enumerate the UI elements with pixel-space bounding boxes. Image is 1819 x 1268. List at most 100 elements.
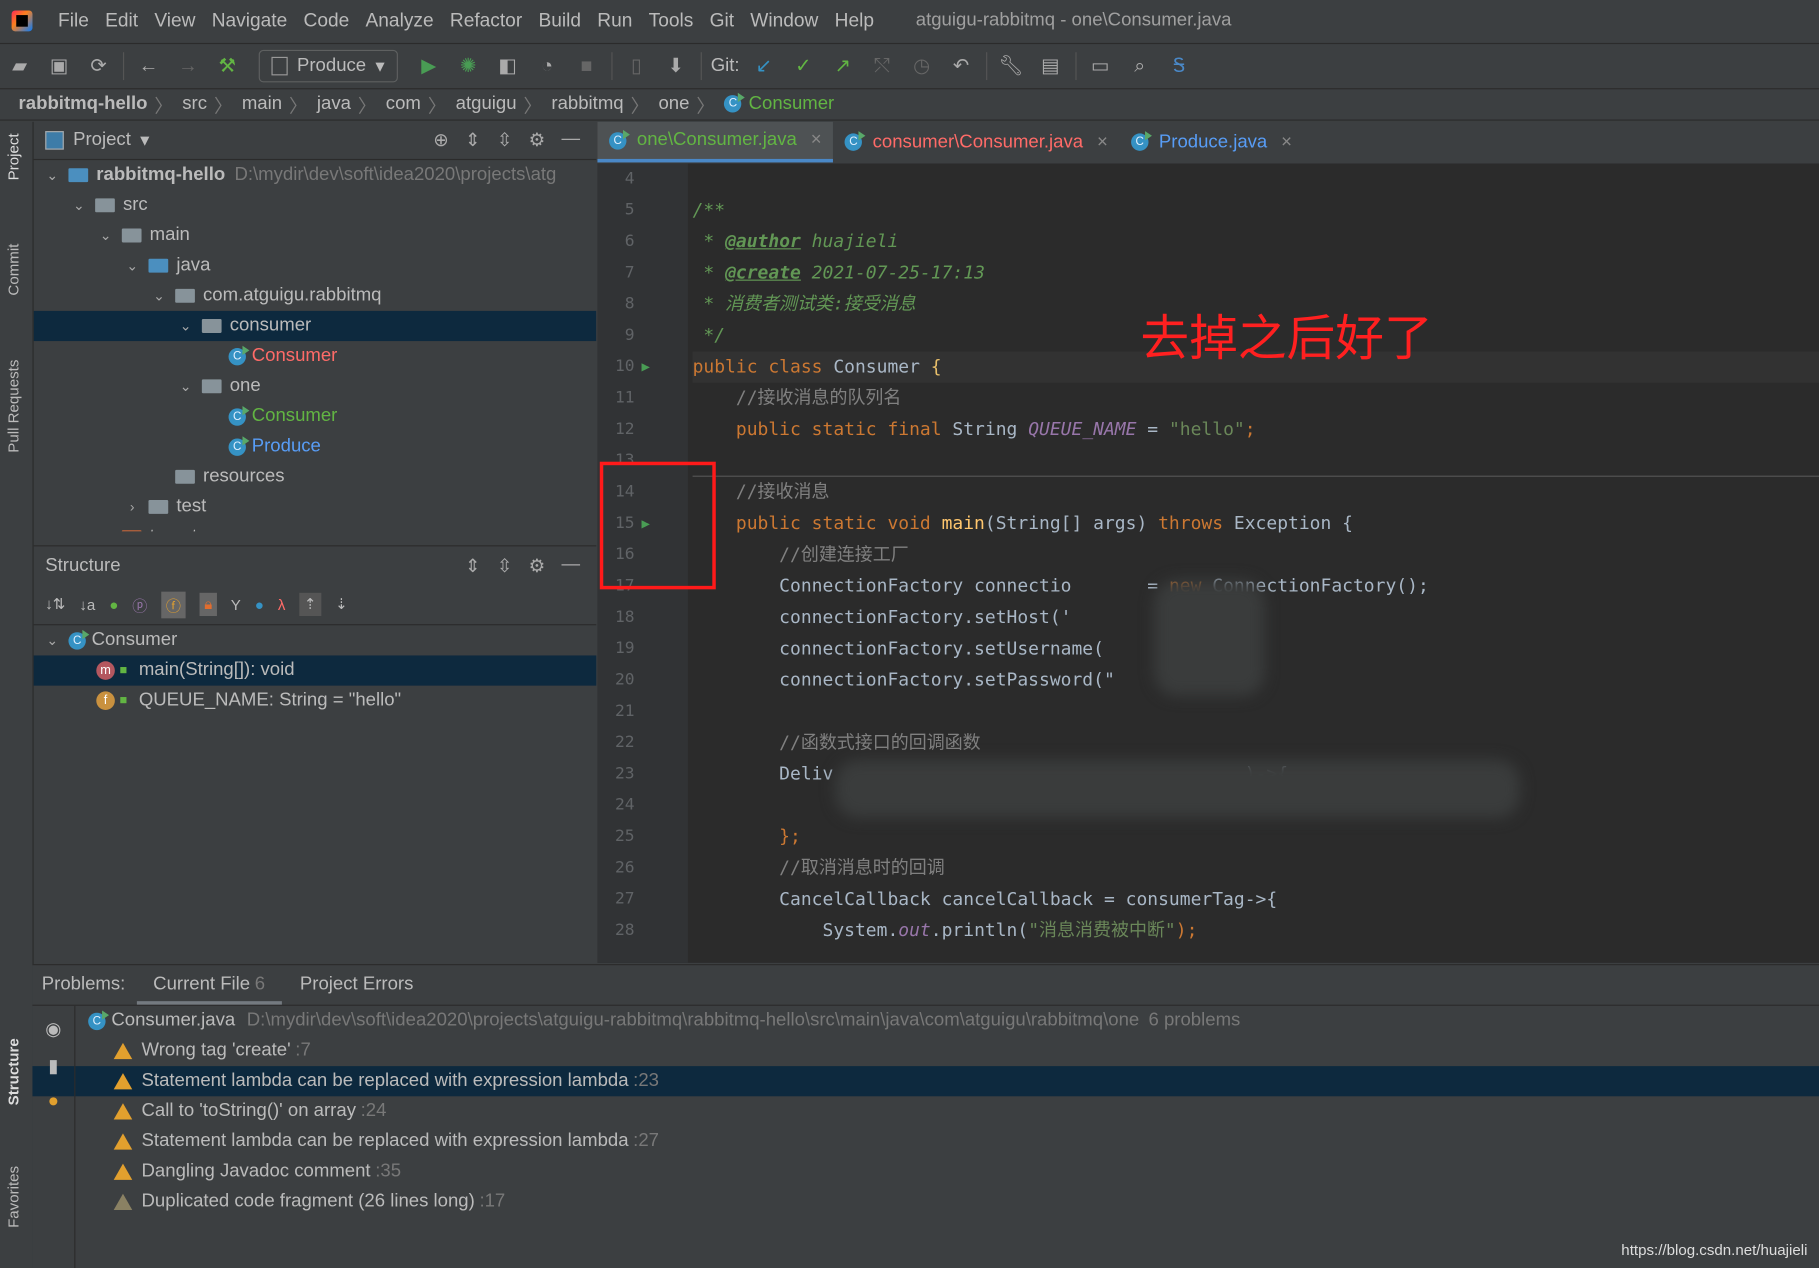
settings-wrench-icon[interactable]: 🔧︎ bbox=[998, 53, 1024, 79]
tree-item[interactable]: › test bbox=[34, 492, 597, 522]
show-anonymous-icon[interactable]: ● bbox=[255, 596, 264, 613]
chevron-right-icon[interactable]: › bbox=[123, 499, 142, 515]
sort-alpha-icon[interactable]: ↓a bbox=[79, 596, 95, 613]
tree-item[interactable]: resources bbox=[34, 462, 597, 492]
tool-tab-pull-requests[interactable]: Pull Requests bbox=[5, 360, 22, 453]
menu-window[interactable]: Window bbox=[750, 10, 818, 32]
show-lambdas-icon[interactable]: Y bbox=[231, 596, 241, 613]
eye-icon[interactable]: ◉ bbox=[45, 1017, 61, 1040]
breadcrumb-item[interactable]: rabbitmq-hello bbox=[19, 93, 148, 114]
forward-icon[interactable]: → bbox=[175, 53, 201, 79]
problem-item[interactable]: Dangling Javadoc comment:35 bbox=[32, 1157, 1819, 1187]
problem-item[interactable]: Wrong tag 'create':7 bbox=[32, 1036, 1819, 1066]
breadcrumb-item[interactable]: rabbitmq bbox=[551, 93, 623, 114]
save-icon[interactable]: ▣ bbox=[46, 53, 72, 79]
problems-tab[interactable]: Current File 6 bbox=[136, 965, 282, 1005]
close-icon[interactable]: × bbox=[1281, 132, 1292, 153]
close-icon[interactable]: × bbox=[1097, 132, 1108, 153]
expand-all-icon[interactable]: ⇕ bbox=[465, 129, 481, 152]
expand-all-icon[interactable]: ⇕ bbox=[465, 554, 481, 577]
terminal-icon[interactable]: ▭ bbox=[1088, 53, 1114, 79]
tree-item[interactable]: ⌄ main bbox=[34, 220, 597, 250]
problem-item[interactable]: Statement lambda can be replaced with ex… bbox=[32, 1066, 1819, 1097]
tree-item[interactable]: › target bbox=[34, 522, 597, 532]
show-fields-icon[interactable]: ⓕ bbox=[161, 591, 186, 618]
preview-icon[interactable]: ▮ bbox=[48, 1055, 58, 1078]
coverage-icon[interactable]: ◧ bbox=[495, 53, 521, 79]
chevron-down-icon[interactable]: ⌄ bbox=[70, 197, 89, 213]
tool-tab-commit[interactable]: Commit bbox=[5, 244, 22, 296]
git-commit-icon[interactable]: ✓ bbox=[791, 53, 817, 79]
tree-item[interactable]: ⌄ one bbox=[34, 371, 597, 401]
sort-visibility-icon[interactable]: ↓⇅ bbox=[45, 595, 65, 614]
editor-tab[interactable]: C Produce.java × bbox=[1119, 122, 1303, 163]
breadcrumb-item[interactable]: one bbox=[658, 93, 689, 114]
build-hammer-icon[interactable]: ⚒ bbox=[215, 53, 241, 79]
tree-item[interactable]: ⌄ src bbox=[34, 190, 597, 220]
git-update-icon[interactable]: ↙ bbox=[751, 53, 777, 79]
git-push-icon[interactable]: ↗ bbox=[830, 53, 856, 79]
tree-item[interactable]: ⌄ java bbox=[34, 251, 597, 281]
show-lambda-icon[interactable]: λ bbox=[278, 596, 286, 613]
breadcrumb-item[interactable]: com bbox=[386, 93, 421, 114]
deploy-icon[interactable]: ⬇ bbox=[663, 53, 689, 79]
collapse-all-icon[interactable]: ⇳ bbox=[497, 554, 513, 577]
lightbulb-icon[interactable]: ● bbox=[48, 1092, 59, 1113]
profile-icon[interactable]: ◔ bbox=[534, 53, 560, 79]
autoscroll-to-source-icon[interactable]: ⇡ bbox=[299, 592, 322, 617]
search-icon[interactable]: ⌕ bbox=[1127, 53, 1153, 79]
menu-view[interactable]: View bbox=[154, 10, 195, 32]
tool-tab-structure[interactable]: Structure bbox=[5, 1038, 22, 1105]
show-non-public-icon[interactable]: 🔒︎ bbox=[199, 592, 217, 617]
back-icon[interactable]: ← bbox=[136, 53, 162, 79]
menu-build[interactable]: Build bbox=[538, 10, 581, 32]
chevron-down-icon[interactable]: ⌄ bbox=[150, 288, 169, 304]
locate-icon[interactable]: ⊕ bbox=[433, 129, 449, 152]
show-inherited-icon[interactable]: ● bbox=[109, 596, 118, 613]
autoscroll-from-source-icon[interactable]: ⇣ bbox=[335, 595, 348, 614]
problems-file-row[interactable]: C Consumer.java D:\mydir\dev\soft\idea2020… bbox=[32, 1006, 1819, 1036]
chevron-down-icon[interactable]: ⌄ bbox=[176, 318, 195, 334]
debug-icon[interactable]: ✺ bbox=[455, 53, 481, 79]
rollback-icon[interactable]: ↶ bbox=[948, 53, 974, 79]
menu-file[interactable]: File bbox=[58, 10, 89, 32]
collapse-all-icon[interactable]: ⇳ bbox=[497, 129, 513, 152]
breadcrumb-item[interactable]: Consumer bbox=[749, 93, 835, 114]
menu-tools[interactable]: Tools bbox=[649, 10, 694, 32]
breadcrumb-item[interactable]: src bbox=[182, 93, 207, 114]
menu-edit[interactable]: Edit bbox=[105, 10, 138, 32]
project-structure-icon[interactable]: ▤ bbox=[1038, 53, 1064, 79]
problem-item[interactable]: Duplicated code fragment (26 lines long)… bbox=[32, 1187, 1819, 1217]
menu-refactor[interactable]: Refactor bbox=[450, 10, 522, 32]
structure-item[interactable]: f ■ QUEUE_NAME: String = "hello" bbox=[34, 686, 597, 716]
menu-git[interactable]: Git bbox=[710, 10, 734, 32]
menu-help[interactable]: Help bbox=[835, 10, 874, 32]
structure-root[interactable]: ⌄ C Consumer bbox=[34, 625, 597, 655]
gear-icon[interactable]: ⚙ bbox=[529, 554, 546, 577]
structure-item[interactable]: m ■ main(String[]): void bbox=[33, 655, 597, 686]
git-merge-icon[interactable]: ⤲ bbox=[870, 53, 896, 79]
tree-item[interactable]: ⌄ com.atguigu.rabbitmq bbox=[34, 281, 597, 311]
tree-item[interactable]: ⌄ consumer bbox=[33, 310, 597, 342]
menu-code[interactable]: Code bbox=[304, 10, 350, 32]
hide-icon[interactable]: — bbox=[561, 554, 580, 577]
breadcrumb-item[interactable]: java bbox=[317, 93, 351, 114]
tree-item[interactable]: C Consumer bbox=[34, 341, 597, 371]
attach-icon[interactable]: ▯ bbox=[624, 53, 650, 79]
chevron-down-icon[interactable]: ⌄ bbox=[96, 227, 115, 243]
menu-navigate[interactable]: Navigate bbox=[212, 10, 288, 32]
close-icon[interactable]: × bbox=[811, 130, 822, 151]
tree-item[interactable]: C Consumer bbox=[34, 401, 597, 431]
editor-tab[interactable]: Cconsumer\Consumer.java × bbox=[833, 122, 1119, 163]
chevron-down-icon[interactable]: ⌄ bbox=[43, 167, 62, 183]
tool-tab-project[interactable]: Project bbox=[5, 133, 22, 180]
chevron-down-icon[interactable]: ⌄ bbox=[43, 632, 62, 648]
problems-tab[interactable]: Project Errors bbox=[300, 965, 413, 1004]
plugin-icon[interactable]: Ꭶ bbox=[1166, 53, 1192, 79]
run-icon[interactable]: ▶ bbox=[416, 53, 442, 79]
chevron-right-icon[interactable]: › bbox=[96, 529, 115, 531]
panel-title[interactable]: Project bbox=[73, 130, 131, 151]
stop-icon[interactable]: ■ bbox=[574, 53, 600, 79]
breadcrumb-item[interactable]: main bbox=[242, 93, 282, 114]
hide-icon[interactable]: — bbox=[561, 129, 580, 152]
